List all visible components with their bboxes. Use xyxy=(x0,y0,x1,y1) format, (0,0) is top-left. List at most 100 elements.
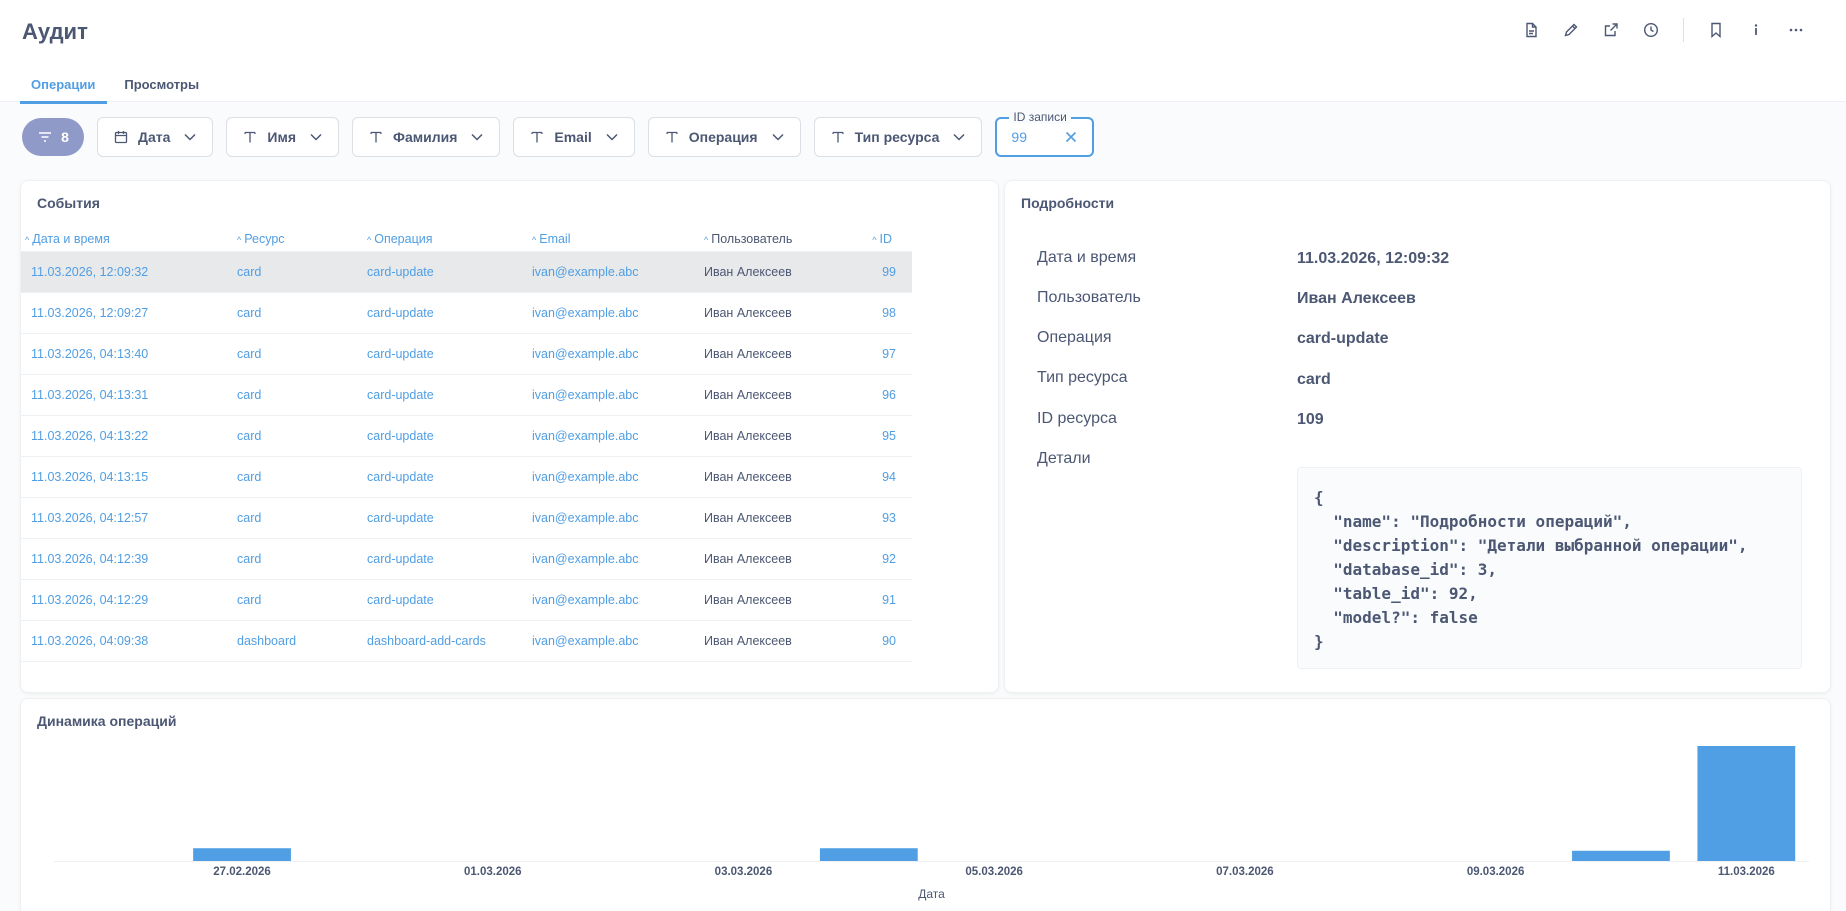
cell-operation[interactable]: card-update xyxy=(367,333,532,375)
cell-resource[interactable]: card xyxy=(237,456,367,498)
column-header-resource[interactable]: ^ Ресурс xyxy=(237,227,367,252)
cell-user: Иван Алексеев xyxy=(704,620,859,662)
record-id-filter[interactable]: ID записи 99 xyxy=(995,110,1095,157)
cell-id[interactable]: 96 xyxy=(859,374,912,416)
column-header-email[interactable]: ^ Email xyxy=(532,227,704,252)
cell-operation[interactable]: card-update xyxy=(367,292,532,334)
filter-last-name[interactable]: Фамилия xyxy=(352,117,501,157)
cell-email[interactable]: ivan@example.abc xyxy=(532,579,704,621)
chart-bar[interactable] xyxy=(819,848,918,861)
chart-bar[interactable] xyxy=(1572,850,1670,861)
column-label: Операция xyxy=(374,231,433,246)
cell-datetime[interactable]: 11.03.2026, 04:12:57 xyxy=(21,497,237,539)
cell-resource[interactable]: card xyxy=(237,374,367,416)
table-row[interactable]: 11.03.2026, 04:13:22 card card-update ivan@… xyxy=(21,415,912,457)
tab-views[interactable]: Просмотры xyxy=(113,72,211,104)
tab-operations[interactable]: Операции xyxy=(20,72,108,104)
cell-email[interactable]: ivan@example.abc xyxy=(532,620,704,662)
pencil-icon[interactable] xyxy=(1551,18,1591,42)
more-icon[interactable] xyxy=(1776,18,1816,42)
table-row[interactable]: 11.03.2026, 04:12:39 card card-update ivan@… xyxy=(21,538,912,580)
cell-operation[interactable]: dashboard-add-cards xyxy=(367,620,532,662)
cell-operation[interactable]: card-update xyxy=(367,497,532,539)
cell-resource[interactable]: card xyxy=(237,251,367,293)
cell-email[interactable]: ivan@example.abc xyxy=(532,333,704,375)
cell-user: Иван Алексеев xyxy=(704,251,859,293)
cell-email[interactable]: ivan@example.abc xyxy=(532,292,704,334)
filter-label: Email xyxy=(554,129,592,145)
cell-id[interactable]: 93 xyxy=(859,497,912,539)
filter-first-name[interactable]: Имя xyxy=(226,117,339,157)
close-icon[interactable] xyxy=(1064,130,1078,144)
x-axis-label: Дата xyxy=(918,887,945,901)
table-row[interactable]: 11.03.2026, 04:13:40 card card-update ivan@… xyxy=(21,333,912,375)
filter-date[interactable]: Дата xyxy=(97,117,214,157)
cell-email[interactable]: ivan@example.abc xyxy=(532,497,704,539)
column-header-datetime[interactable]: ^ Дата и время xyxy=(21,227,237,252)
cell-operation[interactable]: card-update xyxy=(367,456,532,498)
chart-bar[interactable] xyxy=(1697,746,1796,861)
table-row[interactable]: 11.03.2026, 04:13:15 card card-update ivan@… xyxy=(21,456,912,498)
cell-datetime[interactable]: 11.03.2026, 04:12:39 xyxy=(21,538,237,580)
column-header-user[interactable]: ^ Пользователь xyxy=(704,227,859,252)
cell-user: Иван Алексеев xyxy=(704,292,859,334)
cell-datetime[interactable]: 11.03.2026, 12:09:27 xyxy=(21,292,237,334)
cell-resource[interactable]: card xyxy=(237,497,367,539)
filter-label: Операция xyxy=(688,129,758,145)
cell-datetime[interactable]: 11.03.2026, 04:09:38 xyxy=(21,620,237,662)
filter-email[interactable]: Email xyxy=(513,117,635,157)
cell-datetime[interactable]: 11.03.2026, 04:13:40 xyxy=(21,333,237,375)
cell-id[interactable]: 92 xyxy=(859,538,912,580)
table-row[interactable]: 11.03.2026, 04:12:57 card card-update ivan@… xyxy=(21,497,912,539)
cell-resource[interactable]: card xyxy=(237,415,367,457)
cell-operation[interactable]: card-update xyxy=(367,538,532,580)
cell-datetime[interactable]: 11.03.2026, 04:13:31 xyxy=(21,374,237,416)
dynamics-card: Динамика операций 27.02.2026 01.03.2026 03… xyxy=(20,698,1831,911)
cell-resource[interactable]: card xyxy=(237,292,367,334)
cell-id[interactable]: 94 xyxy=(859,456,912,498)
cell-email[interactable]: ivan@example.abc xyxy=(532,415,704,457)
filter-resource-type[interactable]: Тип ресурса xyxy=(813,117,983,157)
cell-email[interactable]: ivan@example.abc xyxy=(532,251,704,293)
cell-operation[interactable]: card-update xyxy=(367,415,532,457)
cell-resource[interactable]: dashboard xyxy=(237,620,367,662)
cell-email[interactable]: ivan@example.abc xyxy=(532,538,704,580)
table-row[interactable]: 11.03.2026, 12:09:32 card card-update ivan@… xyxy=(21,251,912,293)
cell-id[interactable]: 90 xyxy=(859,620,912,662)
cell-id[interactable]: 99 xyxy=(859,251,912,293)
cell-resource[interactable]: card xyxy=(237,579,367,621)
table-row[interactable]: 11.03.2026, 12:09:27 card card-update ivan@… xyxy=(21,292,912,334)
table-row[interactable]: 11.03.2026, 04:12:29 card card-update ivan@… xyxy=(21,579,912,621)
cell-operation[interactable]: card-update xyxy=(367,579,532,621)
table-row[interactable]: 11.03.2026, 04:09:38 dashboard dashboard-a… xyxy=(21,620,912,662)
chart-bar[interactable] xyxy=(193,848,291,861)
info-icon[interactable] xyxy=(1736,18,1776,42)
cell-id[interactable]: 98 xyxy=(859,292,912,334)
details-json: { "name": "Подробности операций", "descr… xyxy=(1297,467,1802,669)
cell-operation[interactable]: card-update xyxy=(367,374,532,416)
cell-id[interactable]: 91 xyxy=(859,579,912,621)
cell-datetime[interactable]: 11.03.2026, 04:12:29 xyxy=(21,579,237,621)
cell-email[interactable]: ivan@example.abc xyxy=(532,374,704,416)
table-row[interactable]: 11.03.2026, 04:13:31 card card-update ivan@… xyxy=(21,374,912,416)
cell-resource[interactable]: card xyxy=(237,333,367,375)
cell-datetime[interactable]: 11.03.2026, 12:09:32 xyxy=(21,251,237,293)
cell-datetime[interactable]: 11.03.2026, 04:13:22 xyxy=(21,415,237,457)
column-header-id[interactable]: ^ ID xyxy=(859,227,912,252)
column-header-operation[interactable]: ^ Операция xyxy=(367,227,532,252)
chevron-down-icon xyxy=(953,133,965,141)
cell-datetime[interactable]: 11.03.2026, 04:13:15 xyxy=(21,456,237,498)
record-id-input[interactable]: 99 xyxy=(1011,129,1064,145)
filter-operation[interactable]: Операция xyxy=(647,117,801,157)
operations-bar-chart: 27.02.2026 01.03.2026 03.03.2026 05.03.2026… xyxy=(54,746,1809,901)
cell-id[interactable]: 95 xyxy=(859,415,912,457)
cell-resource[interactable]: card xyxy=(237,538,367,580)
clock-icon[interactable] xyxy=(1631,18,1671,42)
cell-operation[interactable]: card-update xyxy=(367,251,532,293)
filter-count-button[interactable]: 8 xyxy=(22,118,84,156)
document-icon[interactable] xyxy=(1511,18,1551,42)
cell-email[interactable]: ivan@example.abc xyxy=(532,456,704,498)
cell-id[interactable]: 97 xyxy=(859,333,912,375)
bookmark-icon[interactable] xyxy=(1696,18,1736,42)
external-link-icon[interactable] xyxy=(1591,18,1631,42)
